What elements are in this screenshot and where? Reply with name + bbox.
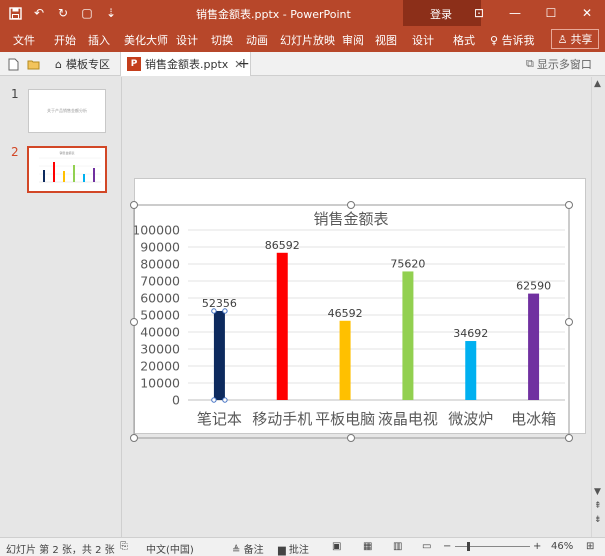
normal-view-icon[interactable]: ▣ [332, 541, 341, 552]
vertical-scrollbar[interactable]: ▲ ▼ ⇞ ⇟ [591, 77, 605, 537]
template-tab[interactable]: ⌂ 模板专区 [55, 52, 110, 76]
lightbulb-icon: ♀ [490, 34, 499, 47]
quick-access-toolbar: ↶ ↻ ▢ ⇣ [6, 4, 120, 22]
customize-icon[interactable]: ⇣ [102, 4, 120, 22]
next-slide-icon[interactable]: ⇟ [594, 515, 602, 525]
tab-chart-format[interactable]: 格式 [453, 32, 475, 48]
home-icon: ⌂ [55, 57, 62, 71]
window-icon: ⧉ [526, 57, 534, 70]
document-tab-label: 销售金额表.pptx [145, 58, 229, 71]
close-icon[interactable]: ✕ [569, 0, 605, 26]
tab-transitions[interactable]: 切换 [211, 32, 233, 48]
tab-slideshow[interactable]: 幻灯片放映 [280, 32, 335, 48]
maximize-icon[interactable]: ☐ [533, 0, 569, 26]
notes-button[interactable]: ≜ 备注 [232, 541, 264, 556]
ribbon-tabs: 文件 开始 插入 美化大师 设计 切换 动画 幻灯片放映 审阅 视图 设计 格式… [0, 26, 605, 52]
new-tab-icon[interactable]: + [238, 52, 250, 76]
login-link[interactable]: 登录 [430, 6, 452, 22]
open-folder-icon[interactable] [27, 52, 40, 76]
comments-label: 批注 [288, 545, 309, 556]
language-status[interactable]: 中文(中国) [146, 541, 194, 556]
multi-window-button[interactable]: ⧉ 显示多窗口 [526, 52, 592, 76]
person-icon: ♙ [557, 32, 568, 46]
tab-beautify[interactable]: 美化大师 [124, 32, 168, 48]
tab-review[interactable]: 审阅 [342, 32, 364, 48]
thumbnail-chart-preview: 销售金额表 [39, 150, 101, 183]
minimize-icon[interactable]: — [497, 0, 533, 26]
save-icon[interactable] [6, 4, 24, 22]
thumbnail-number: 1 [11, 87, 19, 101]
zoom-in-icon[interactable]: + [533, 541, 541, 552]
thumbnail-title: 关于产品销售金额分析 [47, 108, 87, 113]
slide-sorter-icon[interactable]: ▦ [363, 541, 372, 552]
powerpoint-icon: P [127, 57, 141, 71]
tell-me-label: 告诉我 [501, 34, 535, 47]
document-tab-bar: ⌂ 模板专区 P 销售金额表.pptx ✕ + ⧉ 显示多窗口 [0, 52, 605, 76]
tab-chart-design[interactable]: 设计 [412, 32, 434, 48]
thumbnail-number: 2 [11, 145, 19, 159]
slide-thumbnail-2[interactable]: 销售金额表 [27, 146, 107, 193]
new-document-icon[interactable] [8, 52, 19, 76]
svg-text:销售金额表: 销售金额表 [59, 150, 74, 155]
slide-thumbnail-1[interactable]: 关于产品销售金额分析 [28, 89, 106, 133]
ribbon-display-icon[interactable]: ⊡ [461, 0, 497, 26]
spelling-icon[interactable]: ⎘ [120, 541, 128, 552]
zoom-slider-thumb[interactable] [467, 542, 470, 551]
slide-canvas[interactable] [134, 178, 586, 434]
share-button[interactable]: ♙ 共享 [551, 29, 599, 49]
tab-design[interactable]: 设计 [176, 32, 198, 48]
zoom-out-icon[interactable]: − [443, 541, 451, 552]
tab-view[interactable]: 视图 [375, 32, 397, 48]
slideshow-icon[interactable]: ▭ [422, 541, 431, 552]
slide-thumbnail-pane: 1 关于产品销售金额分析 2 销售金额表 [0, 77, 122, 537]
status-bar: 幻灯片 第 2 张，共 2 张 ⎘ 中文(中国) ≜ 备注 ▆ 批注 ▣ ▦ ▥… [0, 537, 605, 556]
previous-slide-icon[interactable]: ⇞ [594, 501, 602, 511]
tab-file[interactable]: 文件 [13, 32, 35, 48]
present-icon[interactable]: ▢ [78, 4, 96, 22]
share-label: 共享 [570, 33, 593, 46]
tab-animations[interactable]: 动画 [246, 32, 268, 48]
tab-home[interactable]: 开始 [54, 32, 76, 48]
zoom-level[interactable]: 46% [551, 541, 573, 552]
scroll-up-icon[interactable]: ▲ [594, 79, 601, 89]
fit-to-window-icon[interactable]: ⊞ [586, 541, 594, 552]
notes-label: 备注 [243, 545, 264, 556]
window-title: 销售金额表.pptx - PowerPoint [196, 8, 351, 21]
undo-icon[interactable]: ↶ [30, 4, 48, 22]
title-bar: ↶ ↻ ▢ ⇣ 销售金额表.pptx - PowerPoint 登录 ⊡ — ☐… [0, 0, 605, 52]
notes-icon: ≜ [232, 545, 241, 556]
window-controls: ⊡ — ☐ ✕ [461, 0, 605, 26]
scroll-down-icon[interactable]: ▼ [594, 487, 601, 497]
tab-insert[interactable]: 插入 [88, 32, 110, 48]
comments-button[interactable]: ▆ 批注 [278, 541, 309, 556]
multi-window-label: 显示多窗口 [536, 58, 592, 71]
redo-icon[interactable]: ↻ [54, 4, 72, 22]
reading-view-icon[interactable]: ▥ [393, 541, 402, 552]
template-tab-label: 模板专区 [65, 58, 110, 71]
slide-info: 幻灯片 第 2 张，共 2 张 [6, 545, 115, 556]
comment-icon: ▆ [278, 545, 286, 556]
tell-me-button[interactable]: ♀ 告诉我 [490, 32, 535, 48]
document-tab[interactable]: P 销售金额表.pptx ✕ [120, 52, 251, 76]
